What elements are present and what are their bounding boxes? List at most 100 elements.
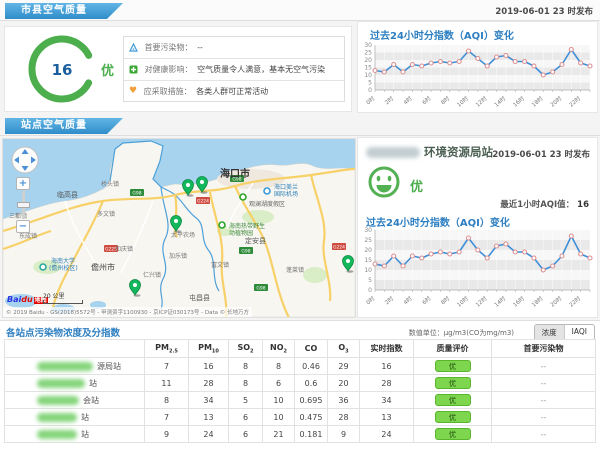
section-title-station: 站点空气质量: [21, 120, 87, 131]
section-header-station: 站点空气质量: [5, 118, 123, 134]
svg-text:4时: 4时: [402, 294, 414, 306]
svg-text:10时: 10时: [455, 94, 470, 108]
poi-icon[interactable]: [40, 264, 46, 270]
value-cell: 28: [360, 375, 414, 392]
zoom-out-button[interactable]: −: [16, 220, 30, 233]
svg-text:G224: G224: [197, 199, 209, 205]
map-pan-control[interactable]: [10, 145, 40, 179]
map-label: 海南大学: [51, 257, 75, 265]
value-cell: 0.6: [295, 375, 328, 392]
svg-text:5: 5: [368, 80, 372, 87]
value-cell: 6: [229, 409, 263, 426]
column-header: CO: [295, 340, 328, 358]
station-name-suffix: 站: [89, 379, 97, 388]
svg-text:15: 15: [364, 65, 372, 72]
poi-icon[interactable]: [240, 194, 246, 200]
health-cross-icon: [129, 65, 138, 74]
redacted-station-name: [37, 430, 77, 439]
toggle-concentration[interactable]: 浓度: [535, 325, 565, 340]
value-cell: 28: [328, 409, 360, 426]
road-shield: G224: [332, 243, 346, 251]
station-name-suffix: 会站: [83, 396, 99, 405]
info-row-health: 对健康影响： 空气质量令人满意，基本无空气污染: [124, 59, 344, 81]
zoom-in-button[interactable]: +: [16, 177, 30, 190]
grade-badge[interactable]: 优: [435, 377, 471, 389]
svg-text:G98: G98: [132, 191, 141, 197]
aqi-chart-city: 0510152025300时2时4时6时8时10时12时14时16时18时20时…: [360, 42, 596, 112]
svg-text:5: 5: [368, 277, 372, 284]
station-name-suffix: 站: [81, 430, 89, 439]
grade-badge[interactable]: 优: [435, 428, 471, 440]
svg-text:12时: 12时: [474, 94, 489, 108]
svg-text:15: 15: [364, 257, 372, 264]
poi-icon[interactable]: [264, 188, 270, 194]
grade-badge[interactable]: 优: [435, 360, 471, 372]
column-header: PM10: [189, 340, 229, 358]
publish-time-station: 2019-06-01 23 时发布: [492, 148, 590, 160]
map-label: 和庆镇: [115, 245, 133, 253]
value-cell: 24: [189, 426, 229, 443]
grade-badge[interactable]: 优: [435, 394, 471, 406]
svg-text:10: 10: [364, 267, 372, 274]
svg-text:20时: 20时: [549, 294, 564, 308]
map-label: 仁兴镇: [143, 271, 161, 279]
city-chart-title: 过去24小时分指数（AQI）变化: [370, 27, 514, 42]
value-cell: 10: [263, 392, 295, 409]
table-title: 各站点污染物浓度及分指数: [6, 325, 120, 339]
heart-icon: ♥: [129, 81, 137, 102]
svg-text:18时: 18时: [530, 94, 545, 108]
svg-text:G98: G98: [256, 286, 265, 292]
value-cell: 0.46: [295, 358, 328, 375]
road-shield: G98: [239, 247, 253, 255]
column-header: PM2.5: [145, 340, 189, 358]
station-name-cell: 站: [5, 375, 145, 392]
svg-text:30: 30: [364, 227, 372, 234]
grade-cell: 优: [414, 426, 492, 443]
svg-text:6时: 6时: [420, 94, 432, 106]
map-panel[interactable]: G98G98G98G98G224G225G224 海口市海口美兰国际机场观澜湖度…: [2, 138, 356, 318]
grade-cell: 优: [414, 358, 492, 375]
station-name-suffix: 源局站: [97, 362, 121, 371]
section-header-city: 市县空气质量: [5, 3, 123, 19]
svg-text:4时: 4时: [402, 94, 414, 106]
aqi-grade: 优: [101, 60, 114, 79]
value-cell: 7: [145, 358, 189, 375]
road-shield: G224: [196, 197, 210, 205]
primary-pollutant-cell: --: [492, 358, 596, 375]
map-label: 海口美兰: [274, 183, 298, 191]
toggle-iaqi[interactable]: IAQI: [565, 325, 594, 340]
value-cell: 8: [263, 358, 295, 375]
map-zoom-control[interactable]: + −: [16, 177, 31, 233]
value-cell: 9: [328, 426, 360, 443]
column-header: [5, 340, 145, 358]
value-cell: 16: [189, 358, 229, 375]
redacted-station-name: [37, 396, 79, 405]
grade-badge[interactable]: 优: [435, 411, 471, 423]
map-label: 加乐镇: [169, 252, 187, 260]
value-cell: 34: [189, 392, 229, 409]
map-label: 多文镇: [97, 210, 115, 218]
city-chart-panel: 过去24小时分指数（AQI）变化 0510152025300时2时4时6时8时1…: [357, 21, 598, 113]
zoom-slider-handle[interactable]: [17, 202, 30, 208]
info-row-measures: ♥ 应采取措施： 各类人群可正常活动: [124, 81, 344, 103]
map-label: 海南热带野生: [229, 222, 265, 230]
poi-icon[interactable]: [219, 222, 225, 228]
svg-text:10: 10: [364, 72, 372, 79]
info-label: 对健康影响：: [145, 65, 193, 74]
grade-cell: 优: [414, 409, 492, 426]
svg-text:0: 0: [368, 87, 372, 94]
grade-cell: 优: [414, 375, 492, 392]
redacted-station-name: [37, 413, 77, 422]
redacted-station-prefix: [366, 147, 420, 158]
latest-aqi-value: 16: [577, 200, 589, 210]
value-cell: 6: [263, 375, 295, 392]
table-row: 会站8345100.6953634优--: [5, 392, 596, 409]
svg-text:25: 25: [364, 237, 372, 244]
map-label: (儋州校区): [49, 264, 78, 272]
zoom-slider[interactable]: [22, 191, 25, 219]
info-value: 空气质量令人满意，基本无空气污染: [197, 65, 325, 74]
city-aqi-panel: 16 优 首要污染物： -- 对健康影响： 空气质量令人满意，基本无空气污染: [4, 26, 352, 112]
primary-pollutant-cell: --: [492, 375, 596, 392]
primary-pollutant-cell: --: [492, 426, 596, 443]
map-attribution: © 2019 Baidu - GS(2018)5572号 - 甲测资字11009…: [3, 307, 252, 317]
